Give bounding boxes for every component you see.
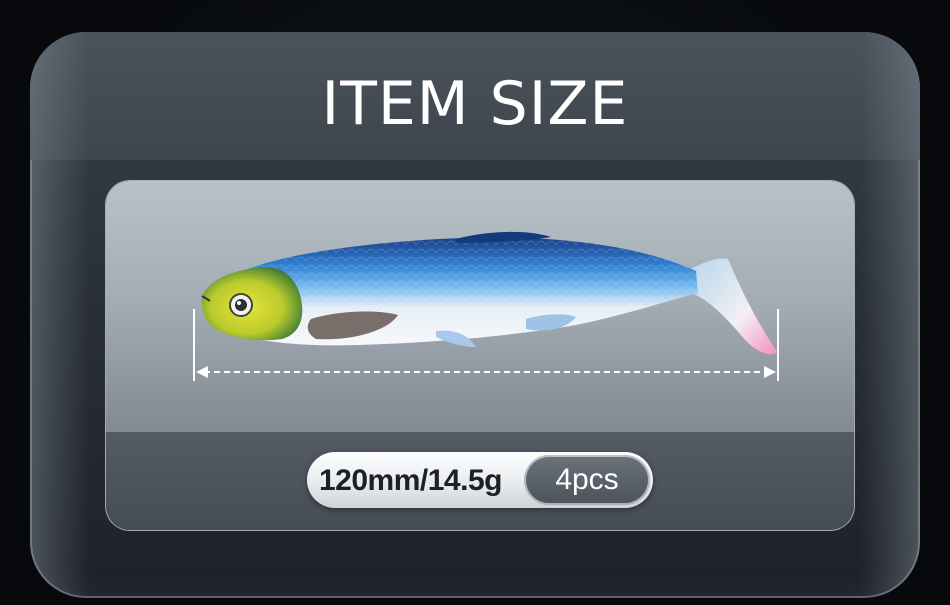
product-info-banner: ITEM SIZE 120mm/14.5g 4pcs bbox=[0, 0, 950, 605]
size-weight-label: 120mm/14.5g bbox=[319, 464, 502, 497]
fish-body-icon bbox=[201, 231, 698, 347]
fish-tail-icon bbox=[691, 258, 778, 355]
page-title: ITEM SIZE bbox=[321, 69, 629, 139]
size-badge: 120mm/14.5g 4pcs bbox=[307, 452, 653, 508]
count-badge: 4pcs bbox=[524, 455, 650, 505]
